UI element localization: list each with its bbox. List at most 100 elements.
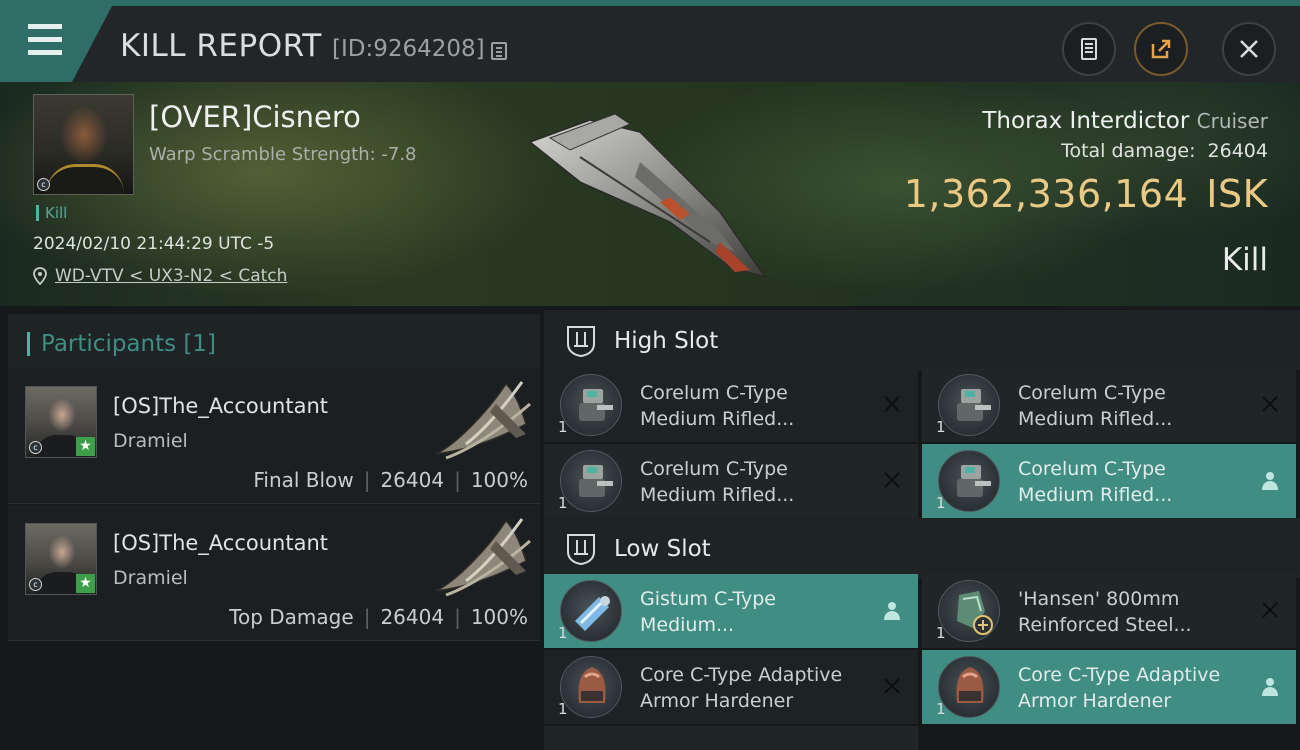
- close-button[interactable]: [1222, 22, 1276, 76]
- copy-icon[interactable]: [491, 42, 507, 60]
- isk-value: 1,362,336,164 ISK: [904, 172, 1268, 216]
- participant-percent: 100%: [470, 605, 528, 629]
- module-name: Gistum C-Type Medium...: [640, 588, 776, 636]
- participant-role: Final Blow: [253, 468, 354, 492]
- total-damage: Total damage: 26404: [1061, 140, 1268, 162]
- total-damage-value: 26404: [1207, 140, 1268, 162]
- share-icon: [1151, 39, 1171, 59]
- star-icon: ★: [76, 574, 95, 593]
- participants-count: [1]: [183, 331, 217, 357]
- participant-avatar[interactable]: c ★: [25, 386, 97, 458]
- ship-type: Thorax Interdictor: [982, 108, 1190, 134]
- module-quantity: 1: [558, 624, 568, 642]
- separator: |: [454, 605, 461, 629]
- corp-badge-icon: c: [29, 578, 42, 591]
- armor-hardener-icon: [560, 656, 622, 718]
- module-slot[interactable]: 1 Core C-Type Adaptive Armor Hardener: [922, 650, 1296, 724]
- module-quantity: 1: [936, 700, 946, 718]
- module-slot[interactable]: 1 Gistum C-Type Medium...: [544, 574, 918, 648]
- participant-stats: Final Blow | 26404 | 100%: [253, 468, 528, 492]
- module-slot[interactable]: 1 'Hansen' 800mm Reinforced Steel...: [922, 574, 1296, 648]
- participant-ship: Dramiel: [113, 567, 188, 589]
- separator: |: [454, 468, 461, 492]
- kill-location-link[interactable]: WD-VTV < UX3-N2 < Catch: [33, 266, 287, 286]
- module-name: Core C-Type Adaptive Armor Hardener: [640, 664, 843, 712]
- destroyed-icon: [1258, 598, 1282, 622]
- top-bar: KILL REPORT [ID:9264208]: [0, 0, 1300, 82]
- module-slot[interactable]: 1 Corelum C-Type Medium Rifled...: [922, 444, 1296, 518]
- location-text: WD-VTV < UX3-N2 < Catch: [55, 266, 288, 286]
- turret-icon: [560, 450, 622, 512]
- turret-icon: [938, 450, 1000, 512]
- participant-percent: 100%: [470, 468, 528, 492]
- module-name: Corelum C-Type Medium Rifled...: [640, 458, 795, 506]
- module-quantity: 1: [936, 624, 946, 642]
- kill-tag: Kill: [36, 205, 67, 221]
- victim-summary: c [OVER]Cisnero Warp Scramble Strength: …: [0, 82, 1300, 306]
- menu-button[interactable]: [0, 6, 112, 82]
- armor-plate-icon: [938, 580, 1000, 642]
- separator: |: [363, 605, 371, 629]
- total-damage-label: Total damage:: [1061, 140, 1196, 162]
- turret-icon: [560, 374, 622, 436]
- destroyed-icon: [880, 468, 904, 492]
- high-slot-header: High Slot: [544, 310, 1300, 370]
- clipboard-button[interactable]: [1062, 22, 1116, 76]
- participant-avatar[interactable]: c ★: [25, 523, 97, 595]
- participant-ship: Dramiel: [113, 430, 188, 452]
- participant-role: Top Damage: [229, 605, 354, 629]
- location-pin-icon: [33, 267, 47, 285]
- victim-ship-image[interactable]: [520, 102, 770, 282]
- dropped-person-icon: [1262, 678, 1278, 696]
- destroyed-icon: [880, 674, 904, 698]
- module-quantity: 1: [936, 418, 946, 436]
- damage-control-icon: [560, 580, 622, 642]
- low-slot-title: Low Slot: [614, 536, 711, 562]
- ship-class: Cruiser: [1196, 109, 1268, 133]
- fitting-panel: High Slot 1 Corelum C-Type Medium Rifled…: [542, 306, 1300, 750]
- participant-row[interactable]: c ★ [OS]The_Accountant Dramiel Final Blo…: [8, 368, 540, 504]
- module-name: Corelum C-Type Medium Rifled...: [640, 382, 795, 430]
- victim-avatar[interactable]: c: [33, 94, 134, 195]
- page-title: KILL REPORT: [120, 28, 322, 64]
- isk-unit: ISK: [1206, 172, 1268, 216]
- module-slot[interactable]: 1 Corelum C-Type Medium Rifled...: [544, 444, 918, 518]
- module-quantity: 1: [936, 494, 946, 512]
- dropped-person-icon: [1262, 472, 1278, 490]
- turret-icon: [938, 374, 1000, 436]
- participants-header: Participants [1]: [8, 314, 540, 372]
- armor-hardener-icon: [938, 656, 1000, 718]
- star-icon: ★: [76, 437, 95, 456]
- high-slot-icon: [567, 326, 595, 358]
- result-label: Kill: [1221, 242, 1268, 278]
- participant-stats: Top Damage | 26404 | 100%: [229, 605, 528, 629]
- participants-title: Participants [1]: [41, 331, 216, 357]
- menu-icon-bar: [28, 37, 62, 42]
- isk-amount: 1,362,336,164: [903, 172, 1189, 216]
- dropped-person-icon: [884, 602, 900, 620]
- corp-badge-icon: c: [29, 441, 42, 454]
- warp-scramble-strength: Warp Scramble Strength: -7.8: [149, 144, 417, 165]
- module-slot[interactable]: 1 Corelum C-Type Medium Rifled...: [544, 368, 918, 442]
- high-slot-title: High Slot: [614, 328, 719, 354]
- header-accent-bar: [27, 332, 30, 356]
- participant-name: [OS]The_Accountant: [113, 531, 329, 555]
- close-icon: [1240, 40, 1258, 58]
- participant-row[interactable]: c ★ [OS]The_Accountant Dramiel Top Damag…: [8, 505, 540, 641]
- module-name: Corelum C-Type Medium Rifled...: [1018, 458, 1173, 506]
- module-slot[interactable]: 1 Corelum C-Type Medium Rifled...: [922, 368, 1296, 442]
- report-id: [ID:9264208]: [332, 36, 485, 62]
- menu-icon: [28, 24, 62, 29]
- module-name: Core C-Type Adaptive Armor Hardener: [1018, 664, 1221, 712]
- participant-damage: 26404: [380, 468, 445, 492]
- module-name: 'Hansen' 800mm Reinforced Steel...: [1018, 588, 1192, 636]
- participant-name: [OS]The_Accountant: [113, 394, 329, 418]
- participant-damage: 26404: [380, 605, 445, 629]
- victim-ship-name[interactable]: Thorax Interdictor Cruiser: [982, 108, 1268, 134]
- module-slot-partial[interactable]: [544, 726, 918, 750]
- low-slot-icon: [567, 534, 595, 566]
- victim-name[interactable]: [OVER]Cisnero: [149, 100, 361, 134]
- module-slot[interactable]: 1 Core C-Type Adaptive Armor Hardener: [544, 650, 918, 724]
- module-quantity: 1: [558, 700, 568, 718]
- share-button[interactable]: [1134, 22, 1188, 76]
